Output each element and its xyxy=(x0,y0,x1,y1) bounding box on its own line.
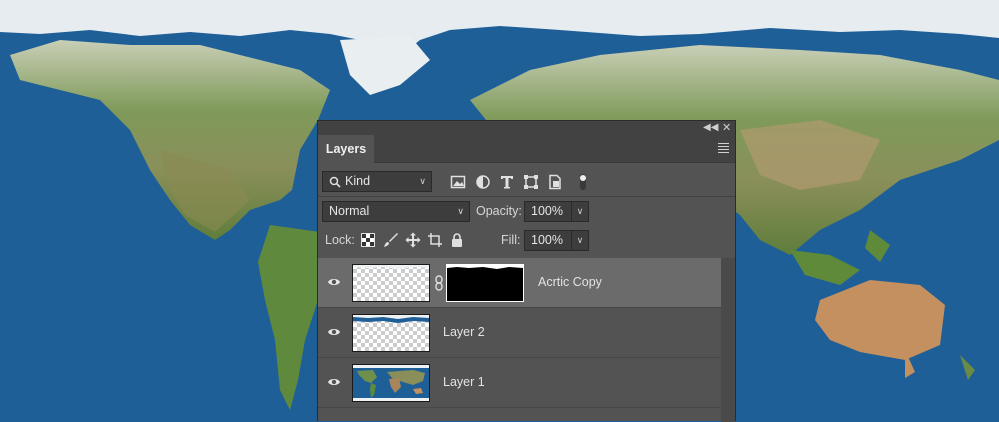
visibility-eye-icon[interactable] xyxy=(327,275,341,289)
panel-title-bar[interactable]: ◀◀ ✕ xyxy=(318,121,735,135)
lock-position-icon[interactable] xyxy=(405,232,421,248)
opacity-dropdown-button[interactable]: ∨ xyxy=(571,201,589,222)
panel-menu-icon[interactable] xyxy=(718,143,729,155)
visibility-eye-icon[interactable] xyxy=(327,375,341,389)
layer-list-scrollbar[interactable] xyxy=(721,258,735,422)
filter-kind-dropdown[interactable]: Kind ∨ xyxy=(322,171,432,192)
tab-layers[interactable]: Layers xyxy=(318,135,374,163)
filter-kind-label: Kind xyxy=(345,174,371,188)
layer-row-layer-1[interactable]: Layer 1 xyxy=(318,358,721,408)
layer-1-thumbnail-art xyxy=(353,365,429,401)
close-icon[interactable]: ✕ xyxy=(722,121,731,135)
lock-transparent-pixels-icon[interactable] xyxy=(361,233,375,247)
chevron-down-icon: ∨ xyxy=(419,176,426,186)
layer-thumbnail[interactable] xyxy=(352,314,430,352)
visibility-eye-icon[interactable] xyxy=(327,325,341,339)
shape-layer-filter-icon[interactable] xyxy=(523,174,539,190)
artboard-lock-icon[interactable] xyxy=(427,232,443,248)
layer-row-layer-2[interactable]: Layer 2 xyxy=(318,308,721,358)
pixel-layer-filter-icon[interactable] xyxy=(450,174,466,190)
chevron-down-icon: ∨ xyxy=(457,206,464,216)
layer-name: Layer 1 xyxy=(443,375,485,389)
panel-tab-row: Layers xyxy=(318,135,735,163)
lock-label: Lock: xyxy=(325,233,355,247)
fill-dropdown-button[interactable]: ∨ xyxy=(571,230,589,251)
layer-list: Acrtic Copy Layer 2 Layer 1 xyxy=(318,258,735,408)
layer-2-thumbnail-art xyxy=(353,315,429,323)
mask-link-icon[interactable] xyxy=(434,275,444,291)
type-layer-filter-icon[interactable] xyxy=(499,174,515,190)
lock-image-pixels-icon[interactable] xyxy=(383,232,399,248)
lock-row: Lock: Fill: 100% ∨ xyxy=(318,230,735,252)
collapse-icon[interactable]: ◀◀ xyxy=(703,121,718,135)
arctic-thumbnail-art xyxy=(353,265,429,269)
smart-object-filter-icon[interactable] xyxy=(547,174,563,190)
search-icon xyxy=(329,176,341,188)
fill-label: Fill: xyxy=(501,233,521,247)
layer-thumbnail[interactable] xyxy=(352,364,430,402)
blend-row: Normal ∨ Opacity: 100% ∨ xyxy=(318,201,735,223)
opacity-input[interactable]: 100% xyxy=(524,201,572,222)
blend-mode-dropdown[interactable]: Normal ∨ xyxy=(322,201,470,222)
filter-toggle-icon[interactable] xyxy=(578,172,588,192)
layer-row-acrtic-copy[interactable]: Acrtic Copy xyxy=(318,258,721,308)
layer-thumbnail[interactable] xyxy=(352,264,430,302)
filter-row: Kind ∨ xyxy=(318,170,735,195)
lock-all-icon[interactable] xyxy=(449,232,465,248)
adjustment-layer-filter-icon[interactable] xyxy=(475,174,491,190)
blend-mode-value: Normal xyxy=(329,204,370,218)
layer-mask-thumbnail[interactable] xyxy=(446,264,524,302)
mask-thumbnail-art xyxy=(447,265,523,269)
layer-name: Layer 2 xyxy=(443,325,485,339)
layer-name: Acrtic Copy xyxy=(538,275,602,289)
layers-panel: ◀◀ ✕ Layers Kind ∨ Normal ∨ Opacity: 100… xyxy=(317,120,736,422)
opacity-label: Opacity: xyxy=(476,204,522,218)
fill-input[interactable]: 100% xyxy=(524,230,572,251)
